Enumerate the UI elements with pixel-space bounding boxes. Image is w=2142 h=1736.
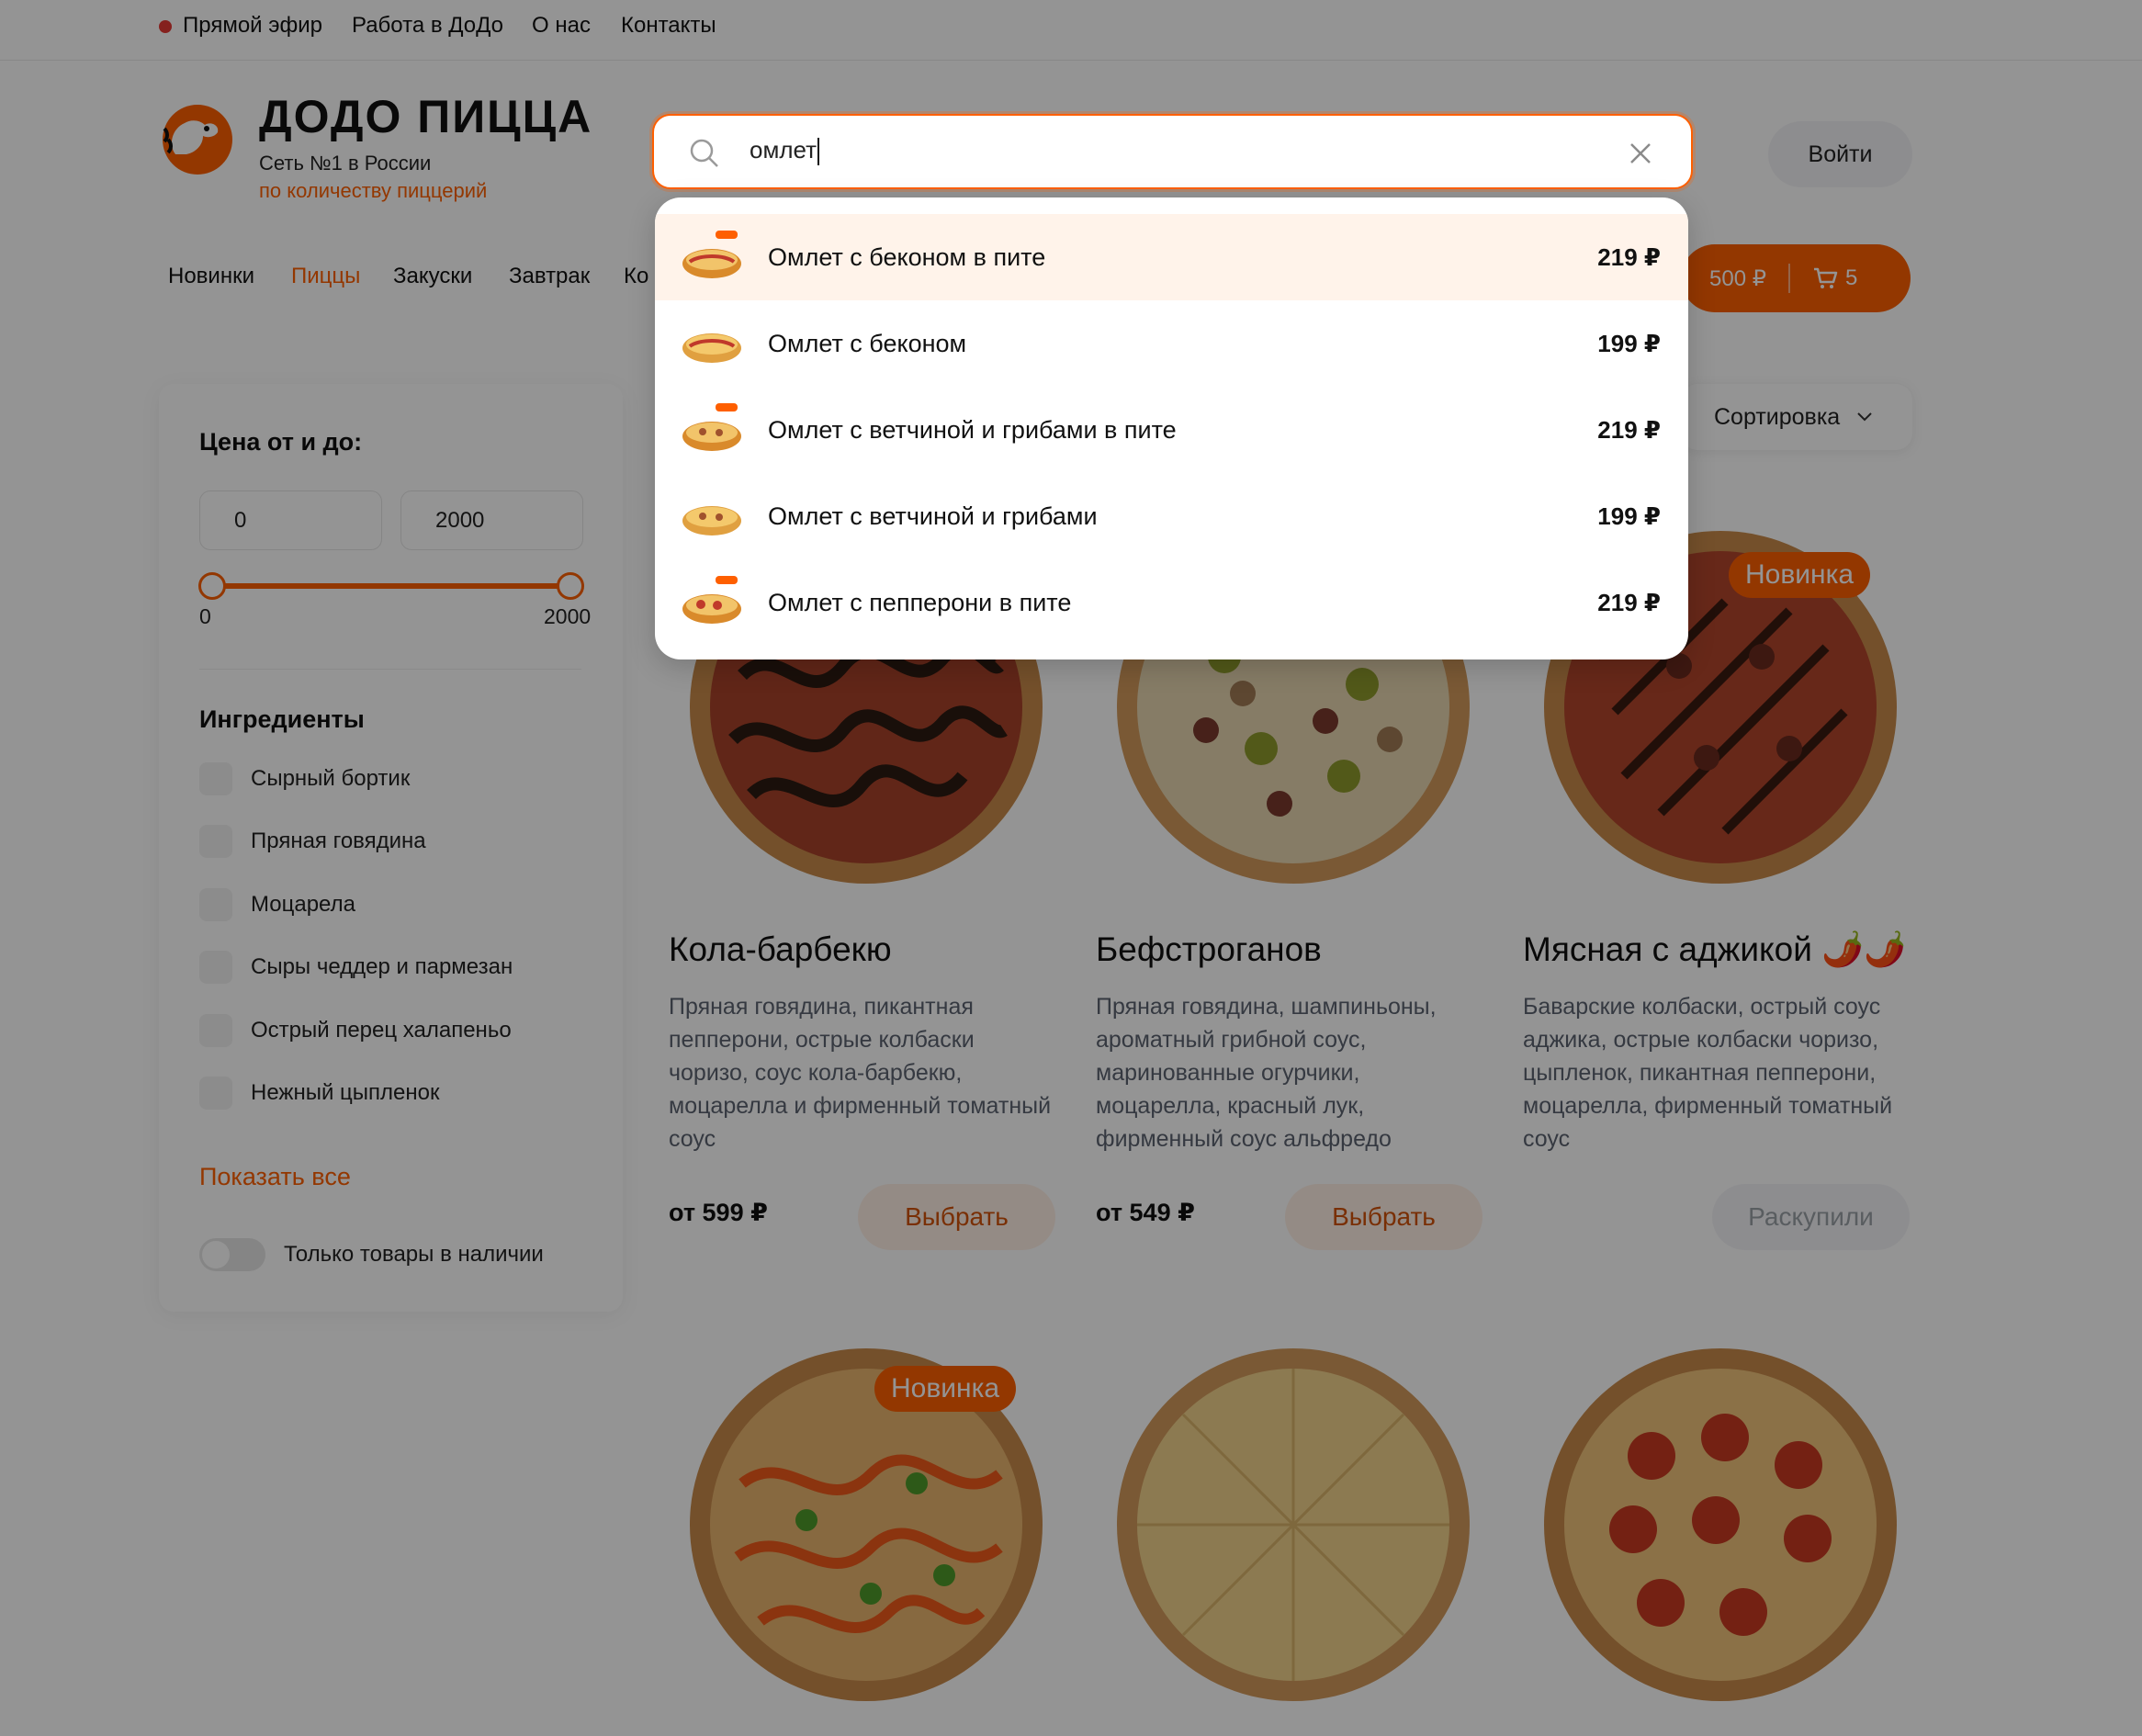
- search-result-item[interactable]: Омлет с беконом в пите 219 ₽: [655, 214, 1688, 300]
- close-icon[interactable]: [1627, 140, 1654, 167]
- search-result-price: 219 ₽: [1597, 415, 1661, 444]
- search-results-dropdown: Омлет с беконом в пите 219 ₽ Омлет с бек…: [655, 197, 1688, 659]
- search-result-name: Омлет с беконом: [768, 329, 967, 357]
- search-result-item[interactable]: Омлет с беконом 199 ₽: [655, 300, 1688, 387]
- search-result-name: Омлет с пепперони в пите: [768, 588, 1072, 616]
- search-result-item[interactable]: Омлет с пепперони в пите 219 ₽: [655, 559, 1688, 646]
- search-result-price: 219 ₽: [1597, 588, 1661, 616]
- omelette-thumbnail-icon: [682, 403, 741, 451]
- search-input[interactable]: омлет: [652, 114, 1693, 189]
- search-result-item[interactable]: Омлет с ветчиной и грибами в пите 219 ₽: [655, 387, 1688, 473]
- search-icon: [690, 139, 718, 167]
- omelette-thumbnail-icon: [682, 576, 741, 624]
- omelette-thumbnail-icon: [682, 333, 741, 363]
- search-result-item[interactable]: Омлет с ветчиной и грибами 199 ₽: [655, 473, 1688, 559]
- search-input-value[interactable]: омлет: [750, 136, 820, 166]
- search-result-name: Омлет с беконом в пите: [768, 242, 1046, 271]
- text-caret: [817, 138, 820, 166]
- search-result-price: 199 ₽: [1597, 502, 1661, 530]
- search-result-name: Омлет с ветчиной и грибами в пите: [768, 415, 1177, 444]
- omelette-thumbnail-icon: [682, 506, 741, 535]
- omelette-thumbnail-icon: [682, 231, 741, 278]
- search-result-price: 219 ₽: [1597, 242, 1661, 271]
- search-result-name: Омлет с ветчиной и грибами: [768, 502, 1098, 530]
- search-result-price: 199 ₽: [1597, 329, 1661, 357]
